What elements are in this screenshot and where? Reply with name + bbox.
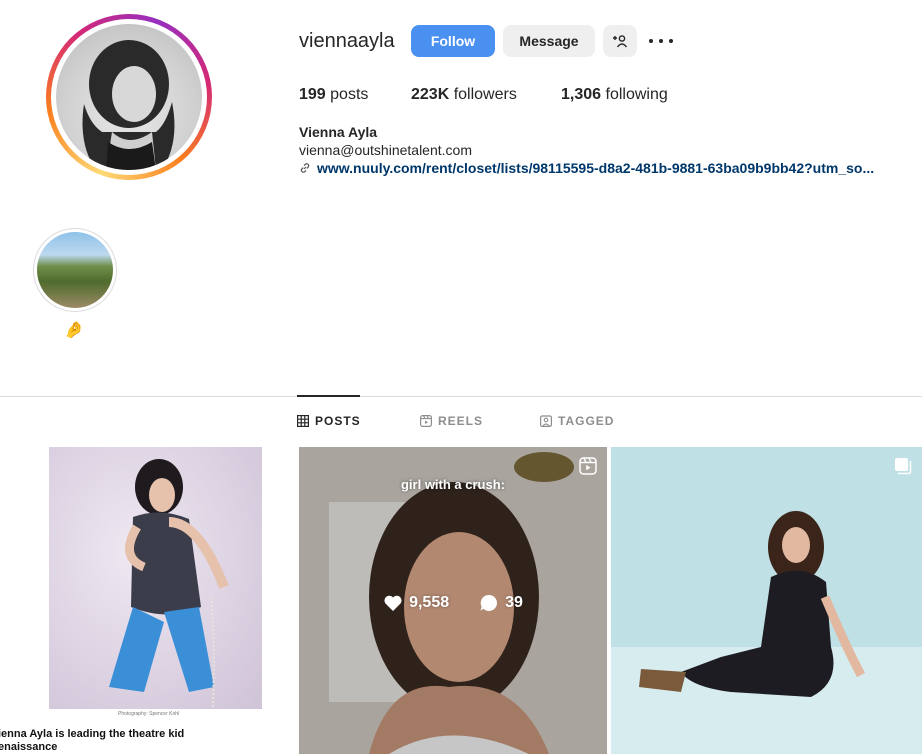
avatar-photo xyxy=(82,40,175,170)
tab-posts[interactable]: POSTS xyxy=(297,414,361,428)
avatar[interactable] xyxy=(56,24,202,170)
reel-overlay-text: girl with a crush: xyxy=(400,477,505,492)
message-button[interactable]: Message xyxy=(503,25,595,57)
heart-icon xyxy=(384,595,402,611)
photo-credit: Photography: Spencer Kohl xyxy=(118,711,180,717)
posts-count: 199 xyxy=(299,86,326,103)
multi-image-icon xyxy=(895,458,912,475)
bio-link-text: www.nuuly.com/rent/closet/lists/98115595… xyxy=(317,160,875,176)
story-highlight[interactable] xyxy=(33,228,117,312)
likes-metric: 9,558 xyxy=(383,593,449,613)
posts-label: posts xyxy=(330,86,369,103)
post-photo xyxy=(611,447,922,754)
link-icon xyxy=(300,163,310,173)
followers-count: 223K xyxy=(411,86,450,103)
tab-tagged[interactable]: TAGGED xyxy=(540,414,614,428)
username: viennaayla xyxy=(299,30,395,52)
comments-metric: 39 xyxy=(479,593,523,613)
display-name: Vienna Ayla xyxy=(299,124,378,140)
post-thumbnail[interactable]: Photography: Spencer Kohl ienna Ayla is … xyxy=(0,447,296,754)
add-person-icon xyxy=(613,35,628,48)
tab-reels-label: REELS xyxy=(438,414,484,428)
follow-button[interactable]: Follow xyxy=(411,25,495,57)
highlight-label: 🤌 xyxy=(64,322,84,339)
following-stat[interactable]: 1,306 following xyxy=(561,86,668,104)
posts-stat: 199 posts xyxy=(299,86,368,104)
reel-thumbnail[interactable]: girl with a crush: 9,558 39 xyxy=(299,447,607,754)
following-count: 1,306 xyxy=(561,86,602,103)
following-label: following xyxy=(605,86,668,103)
comments-count: 39 xyxy=(505,594,523,611)
bio-email: vienna@outshinetalent.com xyxy=(299,142,472,158)
tab-reels[interactable]: REELS xyxy=(420,414,483,428)
likes-count: 9,558 xyxy=(409,594,450,611)
post-metrics: 9,558 39 xyxy=(299,593,607,613)
followers-label: followers xyxy=(453,86,517,103)
avatar-frame xyxy=(51,19,207,175)
grid-icon xyxy=(297,415,309,427)
magazine-photo xyxy=(109,459,229,708)
post-image xyxy=(49,447,262,709)
bio-link[interactable]: www.nuuly.com/rent/closet/lists/98115595… xyxy=(299,160,874,176)
active-tab-indicator xyxy=(297,395,360,397)
suggest-user-button[interactable] xyxy=(603,25,637,57)
profile-avatar-ring[interactable] xyxy=(46,14,212,180)
reels-icon xyxy=(420,415,432,427)
tagged-icon xyxy=(540,415,552,427)
more-options-icon[interactable] xyxy=(649,31,673,51)
tab-posts-label: POSTS xyxy=(315,414,361,428)
tab-tagged-label: TAGGED xyxy=(558,414,615,428)
comment-icon xyxy=(480,594,498,611)
post-thumbnail-multi[interactable] xyxy=(611,447,922,754)
followers-stat[interactable]: 223K followers xyxy=(411,86,517,104)
highlight-cover xyxy=(37,232,113,308)
post-caption: ienna Ayla is leading the theatre kid en… xyxy=(0,728,185,753)
tabs-divider xyxy=(0,396,922,397)
reel-icon xyxy=(579,457,597,475)
